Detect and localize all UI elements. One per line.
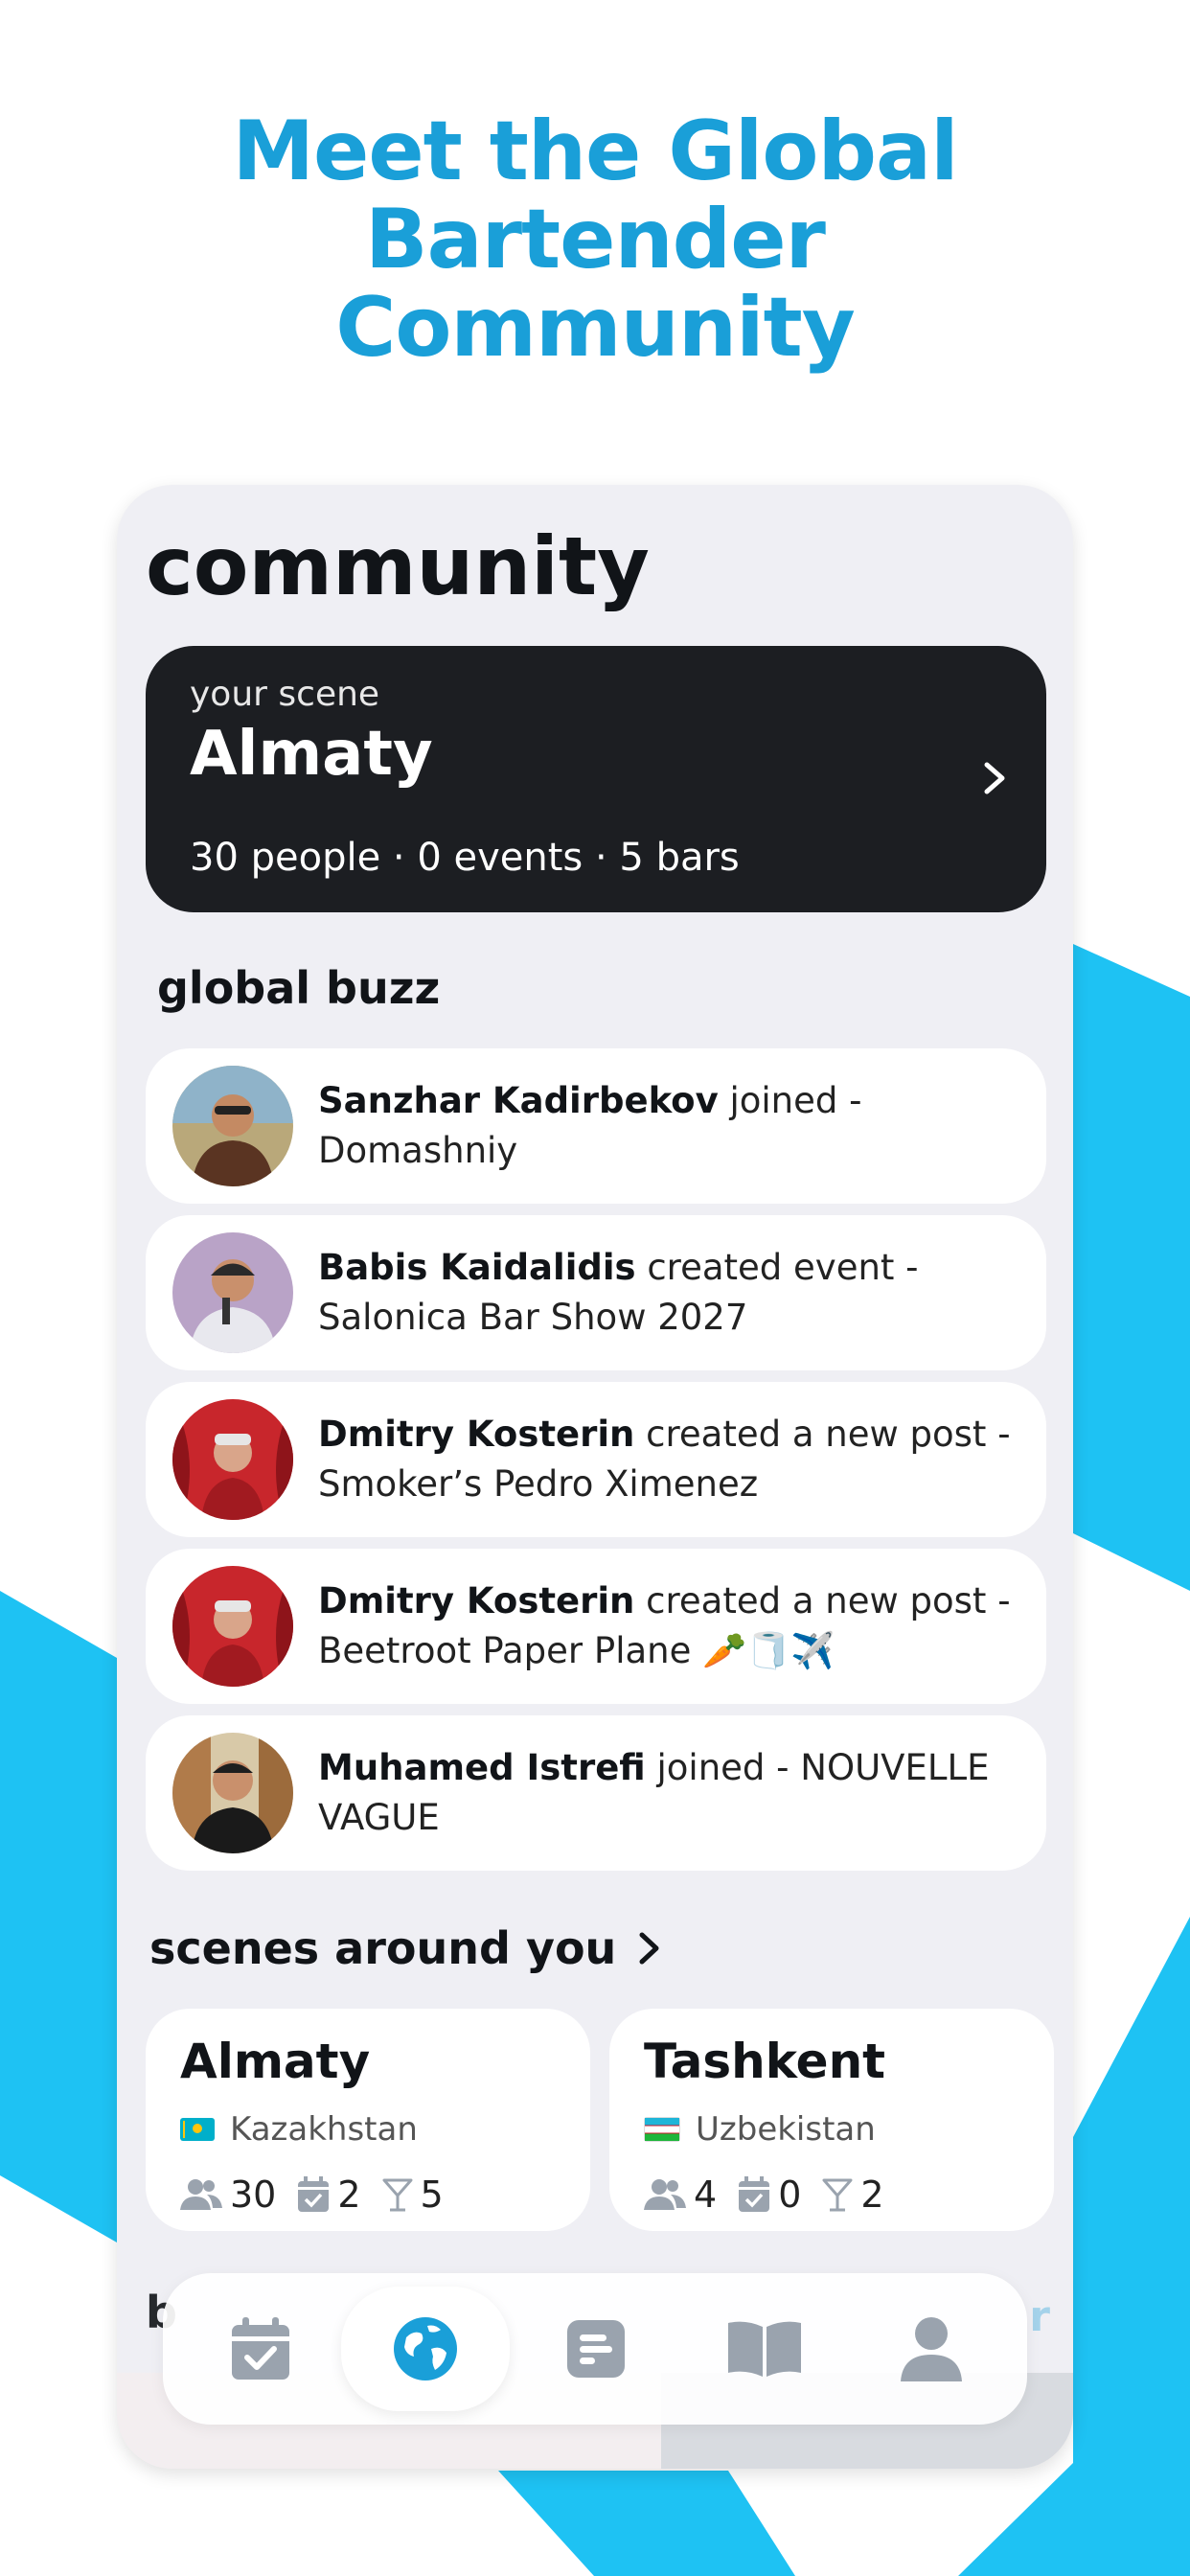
- chevron-right-icon: [984, 762, 1005, 794]
- buzz-item[interactable]: Muhamed Istrefi joined - NOUVELLE VAGUE: [146, 1715, 1046, 1871]
- buzz-user-name[interactable]: Dmitry Kosterin: [318, 1580, 634, 1622]
- your-scene-label: your scene: [190, 675, 380, 714]
- your-scene-city: Almaty: [190, 719, 433, 790]
- kazakhstan-flag-icon: [180, 2118, 215, 2141]
- scene-tile-tashkent[interactable]: Tashkent Uzbekistan 4 0 2: [609, 2009, 1054, 2231]
- scene-tile-stats: 4 0 2: [644, 2174, 905, 2216]
- people-count: 4: [694, 2174, 718, 2216]
- nav-tab-profile[interactable]: [855, 2273, 1008, 2425]
- avatar: [172, 1399, 293, 1520]
- scene-tile-stats: 30 2 5: [180, 2174, 465, 2216]
- headline-line-2: Bartender: [365, 192, 826, 288]
- feed-icon: [567, 2320, 625, 2378]
- profile-icon: [901, 2317, 962, 2381]
- cocktail-glass-icon: [382, 2178, 413, 2212]
- people-icon: [644, 2179, 686, 2210]
- nav-tab-library[interactable]: [688, 2273, 841, 2425]
- nav-tab-community[interactable]: [349, 2273, 502, 2425]
- avatar: [172, 1066, 293, 1186]
- chevron-right-icon: [639, 1932, 659, 1965]
- people-icon: [180, 2179, 222, 2210]
- scenes-around-title: scenes around you: [149, 1922, 617, 1974]
- phone-screen: community your scene Almaty 30 people · …: [117, 485, 1073, 2469]
- bars-count: 2: [860, 2174, 884, 2216]
- buzz-user-name[interactable]: Babis Kaidalidis: [318, 1247, 636, 1288]
- avatar: [172, 1232, 293, 1353]
- page-title: community: [146, 519, 650, 613]
- headline-line-3: Community: [335, 280, 856, 376]
- buzz-item[interactable]: Dmitry Kosterin created a new post - Bee…: [146, 1549, 1046, 1704]
- bars-count: 5: [420, 2174, 444, 2216]
- buzz-item[interactable]: Dmitry Kosterin created a new post - Smo…: [146, 1382, 1046, 1537]
- cocktail-glass-icon: [822, 2178, 853, 2212]
- buzz-text: Muhamed Istrefi joined - NOUVELLE VAGUE: [318, 1715, 1018, 1871]
- events-count: 2: [337, 2174, 361, 2216]
- buzz-text: Dmitry Kosterin created a new post - Bee…: [318, 1549, 1018, 1704]
- buzz-text: Dmitry Kosterin created a new post - Smo…: [318, 1382, 1018, 1537]
- avatar: [172, 1566, 293, 1687]
- scenes-around-header[interactable]: scenes around you: [149, 1922, 662, 1974]
- global-buzz-title: global buzz: [157, 962, 441, 1014]
- add-bar-peek: r: [1029, 2292, 1050, 2341]
- events-count: 0: [778, 2174, 802, 2216]
- your-scene-stats: 30 people · 0 events · 5 bars: [190, 836, 740, 880]
- scene-tile-country-name: Kazakhstan: [230, 2110, 418, 2149]
- avatar: [172, 1733, 293, 1853]
- buzz-text: Sanzhar Kadirbekov joined - Domashniy: [318, 1048, 1018, 1204]
- calendar-icon: [232, 2317, 289, 2380]
- buzz-item[interactable]: Sanzhar Kadirbekov joined - Domashniy: [146, 1048, 1046, 1204]
- nav-tab-feed[interactable]: [519, 2273, 673, 2425]
- calendar-check-icon: [739, 2176, 770, 2212]
- buzz-user-name[interactable]: Sanzhar Kadirbekov: [318, 1080, 719, 1121]
- buzz-text: Babis Kaidalidis created event - Salonic…: [318, 1215, 1018, 1370]
- buzz-item[interactable]: Babis Kaidalidis created event - Salonic…: [146, 1215, 1046, 1370]
- scene-tile-country: Kazakhstan: [180, 2110, 418, 2149]
- buzz-user-name[interactable]: Muhamed Istrefi: [318, 1747, 646, 1788]
- scene-tile-country: Uzbekistan: [644, 2110, 876, 2149]
- people-count: 30: [230, 2174, 277, 2216]
- uzbekistan-flag-icon: [644, 2117, 680, 2142]
- marketing-headline: Meet the Global Bartender Community: [0, 107, 1190, 372]
- book-icon: [728, 2321, 801, 2377]
- calendar-check-icon: [298, 2176, 330, 2212]
- scene-tile-city: Tashkent: [644, 2034, 886, 2089]
- nav-tab-events[interactable]: [184, 2273, 337, 2425]
- scene-tile-country-name: Uzbekistan: [696, 2110, 876, 2149]
- bottom-navigation: [163, 2273, 1027, 2425]
- scene-tile-city: Almaty: [180, 2034, 371, 2089]
- buzz-user-name[interactable]: Dmitry Kosterin: [318, 1414, 634, 1455]
- scene-tile-almaty[interactable]: Almaty Kazakhstan 30 2 5: [146, 2009, 590, 2231]
- your-scene-card[interactable]: your scene Almaty 30 people · 0 events ·…: [146, 646, 1046, 912]
- headline-line-1: Meet the Global: [232, 104, 958, 199]
- globe-icon: [394, 2317, 457, 2380]
